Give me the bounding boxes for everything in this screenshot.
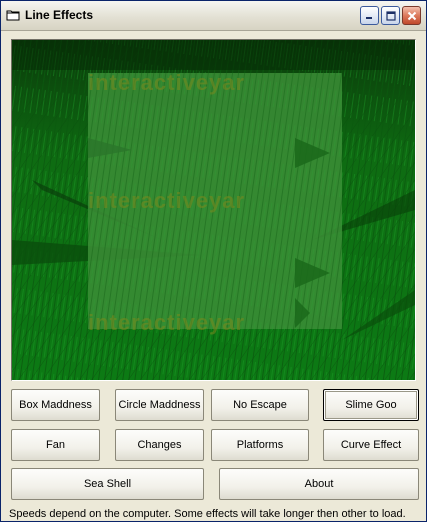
close-icon (407, 11, 417, 21)
slime-goo-button[interactable]: Slime Goo (323, 389, 419, 421)
fan-button[interactable]: Fan (11, 429, 100, 461)
minimize-icon (365, 11, 374, 20)
about-button[interactable]: About (219, 468, 419, 500)
title-bar[interactable]: Line Effects (1, 1, 426, 31)
effect-canvas[interactable]: interactiveyar interactiveyar interactiv… (11, 39, 416, 381)
circle-maddness-button[interactable]: Circle Maddness (115, 389, 204, 421)
minimize-button[interactable] (360, 6, 379, 25)
platforms-button[interactable]: Platforms (211, 429, 309, 461)
curve-effect-button[interactable]: Curve Effect (323, 429, 419, 461)
window-title: Line Effects (25, 8, 94, 22)
box-maddness-button[interactable]: Box Maddness (11, 389, 100, 421)
no-escape-button[interactable]: No Escape (211, 389, 309, 421)
folder-icon[interactable] (6, 8, 20, 21)
watermark-text: interactiveyar (88, 188, 245, 213)
watermark-text: interactiveyar (88, 310, 245, 335)
sea-shell-button[interactable]: Sea Shell (11, 468, 204, 500)
maximize-button[interactable] (381, 6, 400, 25)
maximize-icon (385, 10, 396, 21)
watermark-text: interactiveyar (88, 70, 245, 95)
app-window: Line Effects interactiveyar interactivey… (0, 0, 427, 522)
close-button[interactable] (402, 6, 421, 25)
status-text: Speeds depend on the computer. Some effe… (9, 508, 406, 520)
changes-button[interactable]: Changes (115, 429, 204, 461)
